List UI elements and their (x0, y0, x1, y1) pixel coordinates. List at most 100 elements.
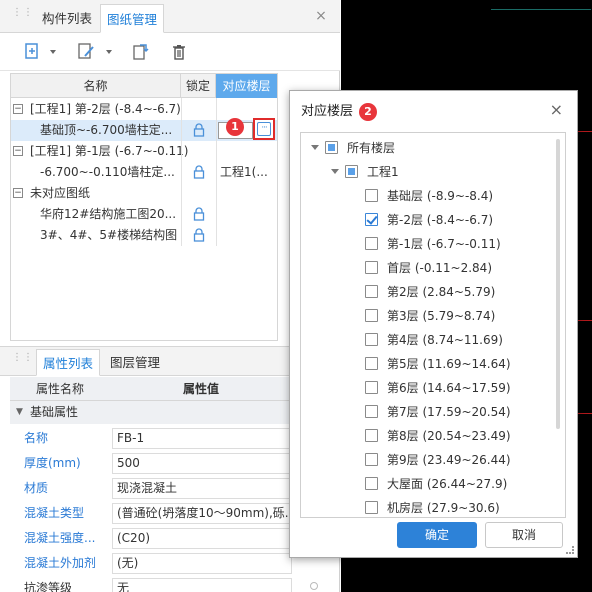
floor-cell[interactable]: 工程1(... (220, 162, 276, 183)
tab-property-list[interactable]: 属性列表 (36, 349, 101, 376)
chevron-down-icon[interactable] (106, 50, 112, 54)
column-header-name[interactable]: 名称 (11, 74, 181, 98)
column-header-floor[interactable]: 对应楼层 (216, 74, 277, 98)
lock-icon[interactable] (192, 207, 206, 221)
property-value-input[interactable]: 无 (112, 578, 292, 592)
floor-mapping-dialog: 对应楼层 2 × 所有楼层 工程1 基础层 (-8.9~-8.4) 第-2层 (… (289, 90, 578, 558)
floor-item[interactable]: 第7层 (17.59~20.54) (301, 401, 551, 423)
collapse-triangle-icon[interactable]: ▼ (16, 401, 23, 424)
property-value-input[interactable]: (无) (112, 553, 292, 574)
column-header-lock[interactable]: 锁定 (181, 74, 216, 98)
replace-drawing-button[interactable] (126, 39, 154, 65)
floor-checkbox[interactable] (365, 189, 378, 202)
floor-item[interactable]: 第2层 (2.84~5.79) (301, 281, 551, 303)
canvas-fragment (491, 0, 591, 10)
tree-group-row[interactable]: − 未对应图纸 (11, 183, 277, 204)
floor-item[interactable]: 第9层 (23.49~26.44) (301, 449, 551, 471)
floor-item[interactable]: 第8层 (20.54~23.49) (301, 425, 551, 447)
collapse-icon[interactable]: − (13, 104, 23, 114)
floor-checkbox[interactable] (365, 357, 378, 370)
more-options-button[interactable]: ··· (253, 118, 275, 140)
group-label: [工程1] 第-2层 (-8.4~-6.7) (30, 102, 181, 116)
canvas-line (577, 131, 592, 132)
floor-item[interactable]: 第3层 (5.79~8.74) (301, 305, 551, 327)
drawing-name: -6.700~-0.110墙柱定... (40, 165, 175, 179)
tree-group-row[interactable]: − [工程1] 第-2层 (-8.4~-6.7) (11, 99, 277, 120)
tree-node-all-floors[interactable]: 所有楼层 (301, 137, 551, 159)
ok-button[interactable]: 确定 (397, 522, 477, 548)
floor-item[interactable]: 基础层 (-8.9~-8.4) (301, 185, 551, 207)
expand-triangle-icon[interactable] (311, 145, 319, 150)
floor-checkbox[interactable] (365, 261, 378, 274)
tree-group-row[interactable]: − [工程1] 第-1层 (-6.7~-0.11) (11, 141, 277, 162)
property-value-input[interactable]: 现浇混凝土 (112, 478, 292, 499)
resize-grip-icon[interactable] (566, 546, 574, 554)
add-file-icon (25, 43, 38, 59)
floor-tree: 所有楼层 工程1 基础层 (-8.9~-8.4) 第-2层 (-8.4~-6.7… (300, 132, 566, 518)
property-group-label: 基础属性 (30, 405, 79, 419)
edit-drawing-button[interactable] (72, 39, 114, 65)
delete-drawing-button[interactable] (165, 39, 193, 65)
property-value-input[interactable]: 500 (112, 453, 292, 474)
floor-checkbox[interactable] (365, 381, 378, 394)
floor-item[interactable]: 第-1层 (-6.7~-0.11) (301, 233, 551, 255)
property-value-input[interactable]: (普通砼(坍落度10～90mm),砾... (112, 503, 292, 524)
tab-drawing-management[interactable]: 图纸管理 (100, 4, 165, 33)
collapse-icon[interactable]: − (13, 188, 23, 198)
drag-grip-icon[interactable]: ⋮⋮ (12, 8, 33, 23)
property-group[interactable]: ▼ 基础属性 (10, 401, 292, 424)
floor-item[interactable]: 首层 (-0.11~2.84) (301, 257, 551, 279)
floor-checkbox[interactable] (365, 405, 378, 418)
expand-triangle-icon[interactable] (331, 169, 339, 174)
property-name: 混凝土强度... (24, 531, 96, 545)
floor-item[interactable]: 大屋面 (26.44~27.9) (301, 473, 551, 495)
property-row: 抗渗等级 无 (10, 576, 292, 592)
checkbox-project[interactable] (345, 165, 358, 178)
floor-cell[interactable] (220, 225, 276, 246)
close-icon[interactable]: × (314, 9, 328, 23)
tree-scrollbar[interactable] (556, 139, 560, 429)
floor-checkbox[interactable] (365, 429, 378, 442)
property-name: 抗渗等级 (24, 581, 73, 592)
table-row[interactable]: 华府12#结构施工图20... (11, 204, 277, 225)
drag-grip-icon[interactable]: ⋮⋮ (12, 353, 33, 368)
floor-item[interactable]: 机房层 (27.9~30.6) (301, 497, 551, 517)
floor-label: 第-2层 (-8.4~-6.7) (387, 213, 494, 227)
floor-item[interactable]: 第5层 (11.69~14.64) (301, 353, 551, 375)
lock-icon[interactable] (192, 123, 206, 137)
collapse-icon[interactable]: − (13, 146, 23, 156)
tree-node-project[interactable]: 工程1 (301, 161, 551, 183)
add-drawing-button[interactable] (18, 39, 58, 65)
property-row: 名称 FB-1 (10, 426, 292, 451)
lock-icon[interactable] (192, 228, 206, 242)
step-badge-1: 1 (226, 118, 244, 136)
chevron-down-icon[interactable] (50, 50, 56, 54)
property-value-input[interactable]: FB-1 (112, 428, 292, 449)
floor-item[interactable]: 第4层 (8.74~11.69) (301, 329, 551, 351)
floor-checkbox[interactable] (365, 237, 378, 250)
property-value-input[interactable]: (C20) (112, 528, 292, 549)
close-icon[interactable]: × (550, 100, 563, 119)
table-row[interactable]: -6.700~-0.110墙柱定... 工程1(... (11, 162, 277, 183)
table-row[interactable]: 3#、4#、5#楼梯结构图 (11, 225, 277, 246)
floor-checkbox[interactable] (365, 213, 378, 226)
floor-checkbox[interactable] (365, 285, 378, 298)
checkbox-all-floors[interactable] (325, 141, 338, 154)
floor-item[interactable]: 第6层 (14.64~17.59) (301, 377, 551, 399)
floor-checkbox[interactable] (365, 333, 378, 346)
cancel-button[interactable]: 取消 (485, 522, 563, 548)
floor-label: 第8层 (20.54~23.49) (387, 429, 511, 443)
lock-icon[interactable] (192, 165, 206, 179)
floor-label: 第4层 (8.74~11.69) (387, 333, 503, 347)
floor-item[interactable]: 第-2层 (-8.4~-6.7) (301, 209, 551, 231)
floor-checkbox[interactable] (365, 501, 378, 514)
tab-component-list[interactable]: 构件列表 (36, 4, 98, 33)
floor-checkbox[interactable] (365, 309, 378, 322)
floor-checkbox[interactable] (365, 477, 378, 490)
canvas-line (577, 413, 592, 414)
floor-checkbox[interactable] (365, 453, 378, 466)
property-name: 混凝土类型 (24, 506, 85, 520)
scroll-indicator[interactable] (310, 582, 318, 590)
floor-cell[interactable] (220, 204, 276, 225)
tab-layer-management[interactable]: 图层管理 (104, 349, 166, 376)
